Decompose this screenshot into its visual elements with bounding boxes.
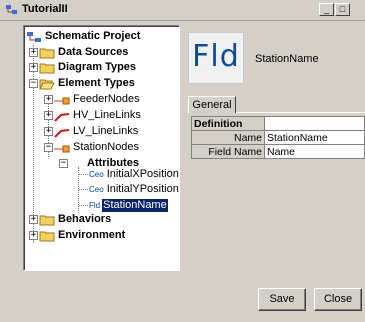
tab-general[interactable]: General [188,96,236,113]
minimize-icon[interactable]: _ [319,3,334,16]
folder-open-icon [39,79,55,89]
grid-section-label: Definition [191,116,265,131]
close-button[interactable]: Close [314,288,362,311]
folder-icon [39,63,55,73]
link-type-icon [54,112,70,122]
tree-item-environment[interactable]: Environment [39,229,126,242]
tree-item-initialxposition[interactable]: Ceo InitialXPosition [89,168,179,181]
tree-item-element-types[interactable]: Element Types [39,77,136,90]
tree-item-label: LV_LineLinks [73,125,139,137]
property-name: StationName [255,53,319,65]
save-button[interactable]: Save [258,288,306,311]
grid-key-name: Name [191,130,265,145]
folder-icon [39,215,55,225]
field-type-icon: Fld [188,32,244,84]
tree-item-label: Environment [58,229,126,241]
project-tree[interactable]: Schematic Project + Data Sources + Diagr… [23,25,180,271]
property-grid: Definition Name StationName Field Name N… [191,116,365,159]
folder-icon [39,48,55,58]
collapse-icon[interactable]: − [29,79,38,88]
expand-icon[interactable]: + [29,48,38,57]
folder-icon [39,231,55,241]
tree-item-label: Data Sources [58,46,129,58]
tree-item-lv-linelinks[interactable]: LV_LineLinks [54,125,139,138]
grid-section-value [264,116,365,131]
node-type-icon [54,145,70,152]
tree-item-label: StationName [102,199,168,212]
expand-icon[interactable]: + [29,215,38,224]
expand-icon[interactable]: + [44,95,53,104]
collapse-icon[interactable]: − [44,143,53,152]
field-attribute-icon: Fld [89,201,101,210]
node-type-icon [54,97,70,104]
tree-item-feedernodes[interactable]: FeederNodes [54,93,141,106]
calculated-attribute-icon: Ceo [89,170,104,179]
expand-icon[interactable]: + [44,111,53,120]
expand-icon[interactable]: + [29,231,38,240]
grid-value-name[interactable]: StationName [264,130,365,145]
tree-item-stationname[interactable]: Fld StationName [89,199,168,212]
tree-item-label: FeederNodes [73,93,140,105]
title-bar: TutorialII _ □ [0,0,365,21]
link-type-icon [54,128,70,138]
calculated-attribute-icon: Ceo [89,185,104,194]
expand-icon[interactable]: + [44,127,53,136]
tree-item-label: Behaviors [58,213,112,225]
tree-item-label: HV_LineLinks [73,109,141,121]
tree-item-diagram-types[interactable]: Diagram Types [39,61,137,74]
grid-value-field-name[interactable]: Name [264,144,365,159]
tree-root-label: Schematic Project [45,30,141,42]
schematic-project-icon [27,31,41,42]
tree-item-label: Element Types [58,77,135,89]
schematic-app-icon [5,4,18,16]
tree-item-initialyposition[interactable]: Ceo InitialYPosition [89,183,179,196]
tree-item-stationnodes[interactable]: StationNodes [54,141,140,154]
tree-root[interactable]: Schematic Project [26,30,141,43]
window-title: TutorialII [22,3,68,15]
grid-key-field-name: Field Name [191,144,265,159]
tree-item-data-sources[interactable]: Data Sources [39,46,129,59]
tree-item-label: InitialXPosition [106,168,179,180]
tree-item-behaviors[interactable]: Behaviors [39,213,112,226]
expand-icon[interactable]: + [29,63,38,72]
tree-item-hv-linelinks[interactable]: HV_LineLinks [54,109,142,122]
tree-item-label: Diagram Types [58,61,137,73]
tree-item-label: StationNodes [73,141,140,153]
tree-item-label: InitialYPosition [106,183,179,195]
maximize-icon[interactable]: □ [335,3,350,16]
tab-divider [236,112,365,113]
collapse-icon[interactable]: − [59,159,68,168]
